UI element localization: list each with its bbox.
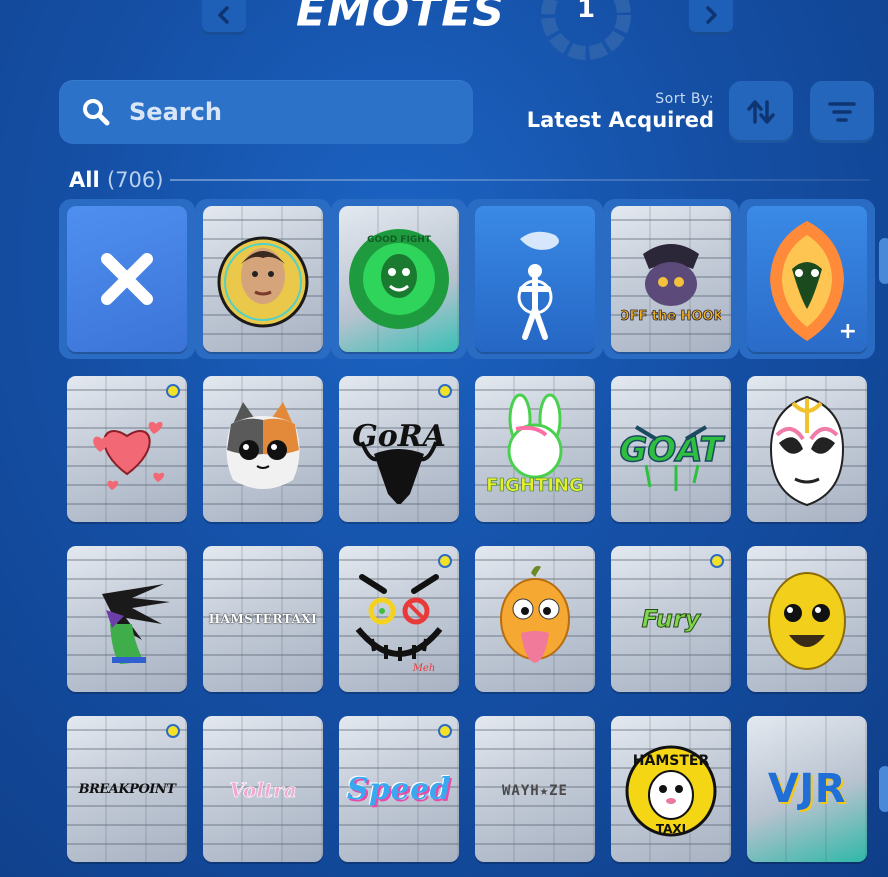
svg-text:WAYH★ZE: WAYH★ZE [502, 783, 568, 799]
new-indicator [438, 384, 452, 398]
tile-lemon-spray[interactable] [747, 546, 867, 692]
sort-label: Sort By: [655, 91, 714, 107]
category-name: All [69, 168, 100, 192]
svg-text:Voltra: Voltra [229, 778, 296, 802]
tile-clear-slot[interactable] [67, 206, 187, 352]
svg-text:TAXI: TAXI [656, 822, 686, 836]
search-input[interactable] [127, 97, 431, 127]
spray-text: BREAKPOINT [78, 781, 176, 797]
tile-breakpoint-spray[interactable]: BREAKPOINT [67, 716, 187, 862]
plus-icon: + [838, 319, 857, 344]
tile-bunny-fighting-spray[interactable]: FIGHTING [475, 376, 595, 522]
sort-arrows-icon [747, 100, 775, 124]
page-title: EMOTES [296, 0, 506, 36]
svg-text:FIGHTING: FIGHTING [486, 475, 584, 496]
close-icon [101, 253, 153, 305]
spray-text: Speed [346, 771, 452, 807]
spray-text: VJR [767, 766, 847, 812]
filter-button[interactable] [810, 81, 874, 143]
page-number: 1 [576, 0, 596, 24]
filter-icon [828, 102, 856, 122]
tile-vjr-spray[interactable]: VJR [747, 716, 867, 862]
svg-text:HAMSTER: HAMSTER [633, 753, 710, 769]
chevron-left-icon [218, 5, 229, 24]
new-indicator [438, 724, 452, 738]
tile-hamster-taxi-text-spray[interactable]: HAMSTERTAXI [203, 546, 323, 692]
search-icon [83, 99, 110, 126]
tile-graffiti-green-spray[interactable]: Fury [611, 546, 731, 692]
tile-good-fight-spray[interactable]: GOOD FIGHT [339, 206, 459, 352]
chevron-right-icon [706, 5, 717, 24]
divider [170, 179, 870, 181]
tile-hamster-taxi-spray[interactable]: HAMSTER TAXI [611, 716, 731, 862]
tile-speed-spray[interactable]: Speed [339, 716, 459, 862]
tile-cat-spray[interactable] [203, 376, 323, 522]
category-label: All (706) [69, 168, 163, 192]
tile-grin-spray[interactable]: Meh [339, 546, 459, 692]
tile-hearts-spray[interactable] [67, 376, 187, 522]
tile-pink-graffiti-spray[interactable]: Voltra [203, 716, 323, 862]
tile-goat-spray[interactable]: GOAT [611, 376, 731, 522]
sort-value[interactable]: Latest Acquired [527, 108, 714, 132]
svg-text:GOAT: GOAT [619, 430, 725, 470]
tile-wordmark-spray[interactable]: WAYH★ZE [475, 716, 595, 862]
scroll-handle-bottom[interactable] [879, 766, 888, 812]
new-indicator [438, 554, 452, 568]
spray-text: HAMSTERTAXI [208, 612, 318, 626]
svg-text:GOOD FIGHT: GOOD FIGHT [367, 235, 432, 245]
svg-text:Fury: Fury [642, 605, 702, 633]
tile-gorra-spray[interactable]: GoRA [339, 376, 459, 522]
tile-wild-hair-spray[interactable] [67, 546, 187, 692]
svg-text:Meh: Meh [412, 663, 436, 674]
tile-portrait-spray[interactable] [203, 206, 323, 352]
prev-page-button[interactable] [202, 0, 246, 35]
search-bar[interactable] [59, 80, 473, 144]
tile-flame-mask-spray[interactable]: + [747, 206, 867, 352]
sort-order-button[interactable] [729, 81, 793, 143]
tile-helm-emote[interactable] [475, 206, 595, 352]
scroll-handle-top[interactable] [879, 238, 888, 284]
next-page-button[interactable] [689, 0, 733, 35]
new-indicator [166, 384, 180, 398]
new-indicator [166, 724, 180, 738]
tile-luchador-spray[interactable] [747, 376, 867, 522]
tile-off-the-hook-spray[interactable]: OFF the HOOK [611, 206, 731, 352]
category-count: (706) [106, 168, 164, 192]
new-indicator [710, 554, 724, 568]
tile-orange-face-spray[interactable] [475, 546, 595, 692]
svg-text:OFF the HOOK: OFF the HOOK [621, 309, 721, 324]
